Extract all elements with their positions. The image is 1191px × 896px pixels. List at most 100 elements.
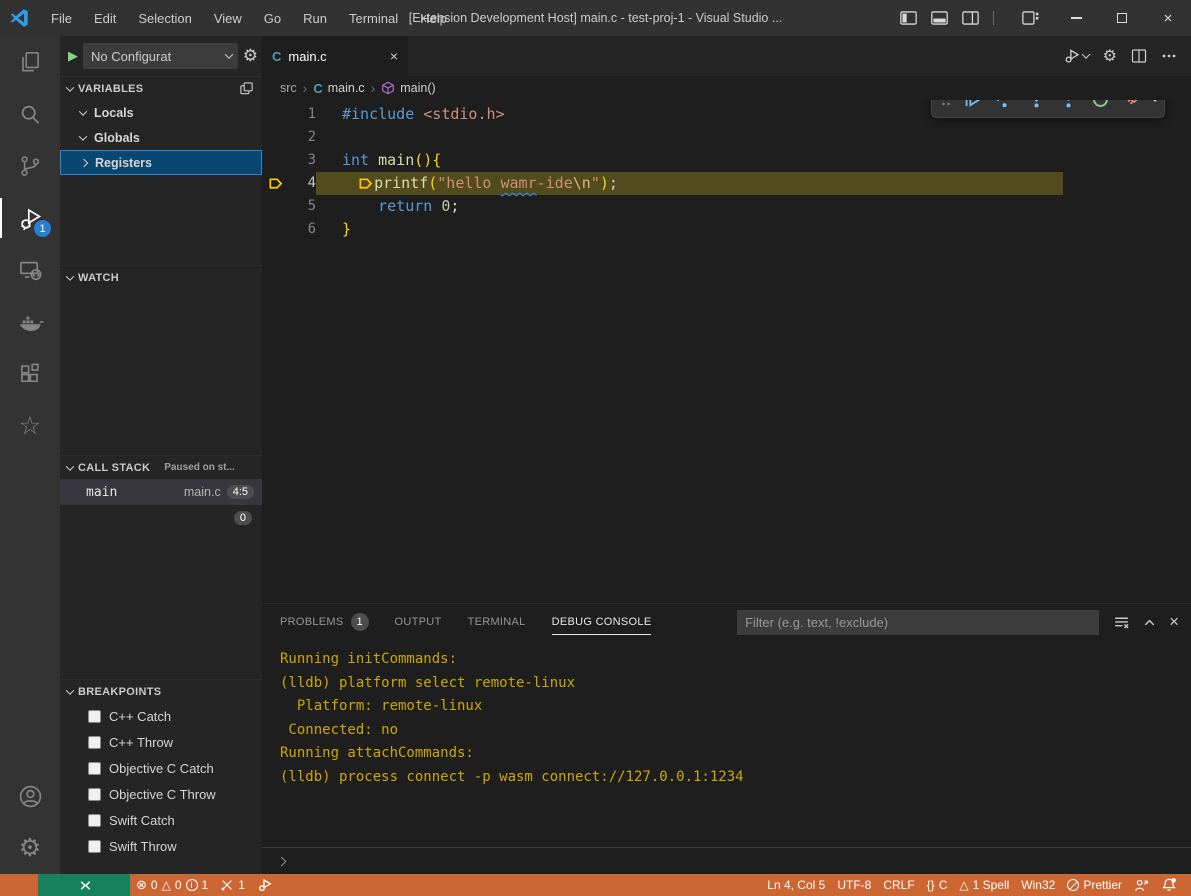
menu-go[interactable]: Go xyxy=(253,0,292,36)
watch-section-header[interactable]: WATCH xyxy=(60,265,262,289)
step-over-button[interactable] xyxy=(990,100,1018,114)
code-line[interactable]: 4 printf("hello wamr-ide\n"); xyxy=(262,172,1191,195)
menu-file[interactable]: File xyxy=(40,0,83,36)
debug-console-input[interactable] xyxy=(262,847,1191,874)
eol-selector[interactable]: CRLF xyxy=(877,874,920,896)
breadcrumb-symbol[interactable]: main() xyxy=(400,81,435,95)
console-filter-input[interactable] xyxy=(737,610,1099,635)
gutter-glyph-margin[interactable] xyxy=(262,218,288,241)
breakpoint-checkbox[interactable] xyxy=(88,814,101,827)
menu-run[interactable]: Run xyxy=(292,0,338,36)
breakpoint-checkbox[interactable] xyxy=(88,710,101,723)
run-or-debug-button[interactable] xyxy=(1063,47,1089,65)
breakpoint-item[interactable]: C++ Catch xyxy=(60,703,262,729)
spell-checker-status[interactable]: △ 1 Spell xyxy=(953,874,1015,896)
code-text[interactable]: } xyxy=(316,218,1191,241)
activity-explorer[interactable] xyxy=(0,36,60,88)
menu-view[interactable]: View xyxy=(203,0,253,36)
toggle-sidebar-icon[interactable] xyxy=(900,11,917,25)
menu-selection[interactable]: Selection xyxy=(127,0,202,36)
notifications-item[interactable] xyxy=(1155,874,1183,896)
close-tab-icon[interactable]: × xyxy=(390,48,398,64)
line-number[interactable]: 1 xyxy=(288,103,316,126)
debug-session-chevron-icon[interactable] xyxy=(1151,100,1159,102)
minimize-button[interactable] xyxy=(1053,0,1099,36)
activity-extensions[interactable] xyxy=(0,348,60,400)
menu-terminal[interactable]: Terminal xyxy=(338,0,409,36)
panel-tab-terminal[interactable]: TERMINAL xyxy=(468,604,526,640)
maximize-button[interactable] xyxy=(1099,0,1145,36)
code-text[interactable]: printf("hello wamr-ide\n"); xyxy=(316,172,1191,195)
code-text[interactable] xyxy=(316,126,1191,149)
debug-config-dropdown[interactable]: No Configurat xyxy=(83,43,238,69)
code-editor[interactable]: 1#include <stdio.h>23int main(){4 printf… xyxy=(262,100,1191,603)
variables-section-header[interactable]: VARIABLES xyxy=(60,76,262,100)
breakpoint-checkbox[interactable] xyxy=(88,840,101,853)
close-panel-icon[interactable]: × xyxy=(1169,612,1179,632)
variables-item-registers[interactable]: Registers xyxy=(60,150,262,175)
activity-run-debug[interactable]: 1 xyxy=(0,192,60,244)
breakpoint-item[interactable]: Swift Catch xyxy=(60,807,262,833)
tools-status[interactable]: 1 xyxy=(214,874,251,896)
panel-tab-problems[interactable]: PROBLEMS1 xyxy=(280,604,369,640)
platform-status[interactable]: Win32 xyxy=(1015,874,1061,896)
activity-account[interactable] xyxy=(0,770,60,822)
feedback-item[interactable] xyxy=(1128,874,1155,896)
close-button[interactable]: × xyxy=(1145,0,1191,36)
language-mode[interactable]: {} C xyxy=(921,874,954,896)
breakpoint-checkbox[interactable] xyxy=(88,736,101,749)
disconnect-button[interactable] xyxy=(1118,100,1146,114)
breakpoint-item[interactable]: Objective C Catch xyxy=(60,755,262,781)
formatter-status[interactable]: Prettier xyxy=(1061,874,1128,896)
activity-remote-explorer[interactable] xyxy=(0,244,60,296)
breakpoint-item[interactable]: Swift Throw xyxy=(60,833,262,859)
tab-main-c[interactable]: C main.c × xyxy=(262,36,408,76)
step-out-button[interactable] xyxy=(1054,100,1082,114)
step-into-button[interactable] xyxy=(1022,100,1050,114)
debug-console-output[interactable]: Running initCommands:(lldb) platform sel… xyxy=(262,640,1191,847)
code-line[interactable]: 6} xyxy=(262,218,1191,241)
breakpoint-checkbox[interactable] xyxy=(88,788,101,801)
line-number[interactable]: 4 xyxy=(288,172,316,195)
split-editor-icon[interactable] xyxy=(1131,48,1147,64)
editor-gear-icon[interactable]: ⚙ xyxy=(1103,46,1117,66)
menu-help[interactable]: Help xyxy=(409,0,458,36)
activity-favorites[interactable]: ☆ xyxy=(0,400,60,452)
copy-icon[interactable] xyxy=(239,81,254,96)
remote-indicator[interactable] xyxy=(38,874,130,896)
panel-tab-debug-console[interactable]: DEBUG CONSOLE xyxy=(552,604,652,640)
activity-docker[interactable] xyxy=(0,296,60,348)
gutter-glyph-margin[interactable] xyxy=(262,126,288,149)
customize-layout-icon[interactable] xyxy=(1022,11,1039,25)
variables-item-locals[interactable]: Locals xyxy=(60,100,262,125)
line-number[interactable]: 3 xyxy=(288,149,316,172)
code-text[interactable]: return 0; xyxy=(316,195,1191,218)
line-number[interactable]: 2 xyxy=(288,126,316,149)
activity-settings[interactable]: ⚙ xyxy=(0,822,60,874)
gutter-glyph-margin[interactable] xyxy=(262,149,288,172)
code-line[interactable]: 2 xyxy=(262,126,1191,149)
gutter-glyph-margin[interactable] xyxy=(262,103,288,126)
panel-tab-output[interactable]: OUTPUT xyxy=(395,604,442,640)
restart-button[interactable] xyxy=(1086,100,1114,114)
variables-item-globals[interactable]: Globals xyxy=(60,125,262,150)
breakpoint-item[interactable]: C++ Throw xyxy=(60,729,262,755)
problems-status[interactable]: ⊗ 0 △ 0 1 xyxy=(130,874,214,896)
breakpoint-checkbox[interactable] xyxy=(88,762,101,775)
clear-console-icon[interactable] xyxy=(1113,614,1130,631)
debug-paused-icon[interactable] xyxy=(262,172,288,195)
debug-settings-gear-icon[interactable]: ⚙ xyxy=(243,46,258,66)
activity-source-control[interactable] xyxy=(0,140,60,192)
activity-search[interactable] xyxy=(0,88,60,140)
code-text[interactable]: int main(){ xyxy=(316,149,1191,172)
stack-frame-row[interactable]: main main.c 4:5 xyxy=(60,479,262,505)
more-actions-icon[interactable] xyxy=(1161,48,1177,64)
debug-status[interactable] xyxy=(251,874,279,896)
toggle-secondary-sidebar-icon[interactable] xyxy=(962,11,979,25)
call-stack-section-header[interactable]: CALL STACK Paused on st... xyxy=(60,455,262,479)
cursor-position[interactable]: Ln 4, Col 5 xyxy=(761,874,831,896)
breadcrumb-folder[interactable]: src xyxy=(280,81,297,95)
gutter-glyph-margin[interactable] xyxy=(262,195,288,218)
start-debug-icon[interactable]: ▶ xyxy=(68,48,78,64)
menu-edit[interactable]: Edit xyxy=(83,0,127,36)
